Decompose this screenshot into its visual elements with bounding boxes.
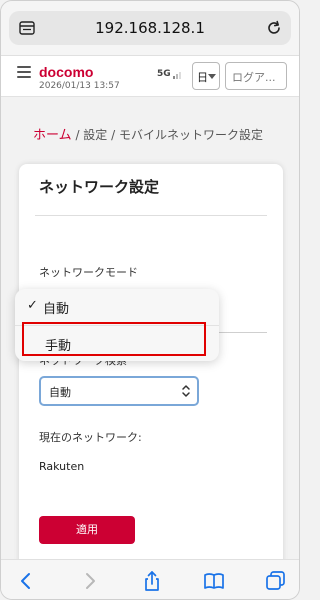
network-type: 5G [157,69,171,79]
highlight-box [22,322,206,356]
site-header: docomo 2026/01/13 13:57 5G 日 ログア... [1,56,299,97]
brand-logo: docomo [39,64,94,80]
language-value: 日 [197,71,208,84]
browser-toolbar [1,559,299,599]
dropdown-option-auto[interactable]: ✓ 自動 [15,289,219,325]
apply-button[interactable]: 適用 [39,516,135,544]
chevron-down-icon [208,74,216,79]
breadcrumb: ホーム / 設定 / モバイルネットワーク設定 [33,124,263,143]
reload-icon[interactable] [265,19,283,37]
url-text: 192.168.128.1 [95,19,205,37]
breadcrumb-separator: / [107,128,119,142]
network-search-value: 自動 [49,386,71,399]
signal-strength-icon [173,72,181,79]
breadcrumb-settings[interactable]: 設定 [83,128,107,142]
language-select[interactable]: 日 [192,62,220,90]
share-icon[interactable] [141,570,163,592]
option-label: 自動 [43,302,70,317]
tabs-icon[interactable] [265,570,287,592]
network-mode-label: ネットワークモード [39,266,138,279]
datetime: 2026/01/13 13:57 [39,81,120,91]
back-icon[interactable] [15,570,37,592]
checkmark-icon: ✓ [27,298,38,313]
breadcrumb-current: モバイルネットワーク設定 [118,128,263,142]
url-box[interactable]: 192.168.128.1 [9,11,291,45]
network-settings-card: ネットワーク設定 ネットワークモード ネットワーク検索 自動 現在のネットワーク… [19,164,283,584]
divider [35,215,267,216]
address-bar: 192.168.128.1 [1,1,299,56]
breadcrumb-home[interactable]: ホーム [33,128,72,143]
forward-icon[interactable] [79,570,101,592]
current-network-label: 現在のネットワーク: [39,431,142,444]
network-search-select[interactable]: 自動 [39,376,199,406]
browser-window: 192.168.128.1 docomo 2026/01/13 13:57 5G… [0,0,300,600]
bookmarks-icon[interactable] [203,570,225,592]
current-network-value: Rakuten [39,460,85,473]
card-title: ネットワーク設定 [39,178,160,196]
login-button[interactable]: ログア... [225,62,287,90]
breadcrumb-separator: / [71,128,84,142]
updown-chevron-icon [182,385,190,397]
menu-icon[interactable] [17,66,31,80]
